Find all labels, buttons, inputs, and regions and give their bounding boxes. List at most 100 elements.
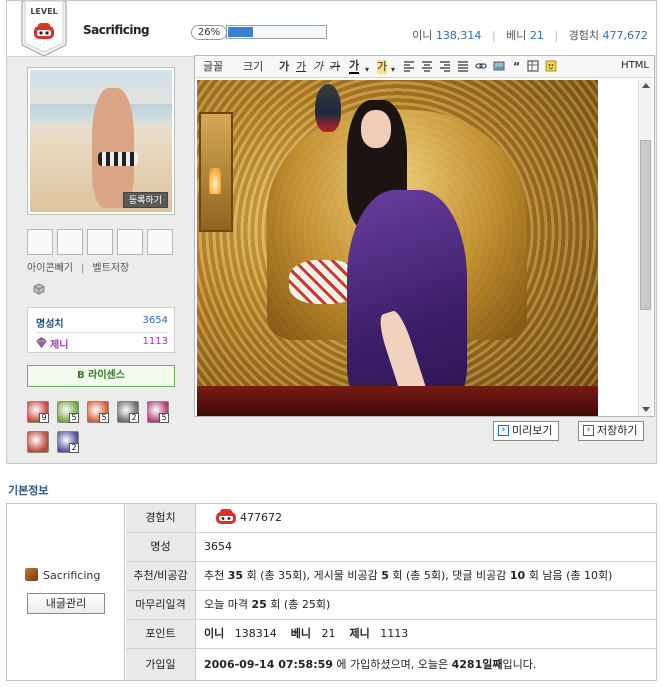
item-slot-4[interactable]: 2 bbox=[117, 401, 139, 423]
cube-icon[interactable] bbox=[33, 283, 45, 295]
recommend-value: 추천 35 회 (총 35회), 게시물 비공감 5 회 (총 5회), 댓글 … bbox=[204, 569, 613, 582]
stat-beni-label: 베니 bbox=[506, 29, 527, 42]
item-count: 2 bbox=[69, 443, 79, 453]
item-slot-7[interactable]: 2 bbox=[57, 431, 79, 453]
align-left-icon[interactable] bbox=[403, 60, 415, 72]
save-button[interactable]: › 저장하기 bbox=[578, 421, 645, 441]
row-header: 가입일 bbox=[126, 649, 196, 680]
bold-icon[interactable]: 가 bbox=[279, 60, 289, 74]
size-select[interactable]: 크기 bbox=[243, 60, 263, 74]
item-slot-3[interactable]: 5 bbox=[87, 401, 109, 423]
item-count: 2 bbox=[129, 413, 139, 423]
user-name[interactable]: Sacrificing bbox=[25, 568, 100, 582]
exp-progress-label: 26% bbox=[191, 25, 227, 40]
avatar-image: 등록하기 bbox=[30, 70, 172, 212]
stat-exp-value: 477,672 bbox=[602, 29, 649, 42]
joined-value: 2006-09-14 07:58:59 에 가입하셨으며, 오늘은 4281일째… bbox=[204, 658, 537, 671]
info-row-points: 포인트 이니 138314 베니 21 제니 1113 bbox=[126, 620, 656, 649]
stat-beni-value: 21 bbox=[529, 29, 544, 42]
level-label: LEVEL bbox=[30, 7, 58, 16]
item-count: 5 bbox=[69, 413, 79, 423]
scroll-up-icon[interactable] bbox=[642, 83, 650, 88]
chevron-right-icon: › bbox=[498, 425, 509, 436]
table-icon[interactable] bbox=[527, 60, 539, 72]
stat-divider: | bbox=[491, 29, 496, 42]
icon-slot[interactable] bbox=[57, 229, 83, 255]
item-count: 5 bbox=[159, 413, 169, 423]
stat-ini-label: 이니 bbox=[412, 29, 433, 42]
editor-toolbar: 글꼴 크기 가 가 가 가 가 ▾ 가 ▾ “ HTML bbox=[195, 56, 654, 78]
user-name-text: Sacrificing bbox=[43, 569, 101, 582]
profile-header: LEVEL Sacrificing 26% 이니 138,314 | 베니 21… bbox=[7, 1, 656, 57]
scroll-thumb[interactable] bbox=[640, 140, 651, 310]
underline-icon[interactable]: 가 bbox=[296, 60, 306, 74]
item-count: 9 bbox=[39, 413, 49, 423]
icon-slot[interactable] bbox=[147, 229, 173, 255]
register-avatar-button[interactable]: 등록하기 bbox=[122, 192, 168, 208]
license-button[interactable]: B 라이센스 bbox=[27, 365, 175, 387]
link-icon[interactable] bbox=[475, 60, 487, 72]
save-belt-link[interactable]: 벨트저장 bbox=[92, 263, 129, 274]
preview-button[interactable]: › 미리보기 bbox=[493, 421, 560, 441]
icon-slot[interactable] bbox=[87, 229, 113, 255]
link-divider: | bbox=[81, 263, 85, 274]
user-avatar-icon bbox=[25, 568, 38, 581]
item-count: 5 bbox=[99, 413, 109, 423]
row-value: 477672 bbox=[214, 504, 282, 532]
user-cell: Sacrificing 내글관리 bbox=[7, 504, 125, 680]
fame-value: 3654 bbox=[204, 540, 232, 553]
icon-slots bbox=[27, 229, 175, 255]
info-row-fame: 명성 3654 bbox=[126, 533, 656, 562]
stat-ini-value: 138,314 bbox=[435, 29, 482, 42]
closing-value: 오늘 마격 25 회 (총 25회) bbox=[204, 598, 331, 611]
profile-panel: LEVEL Sacrificing 26% 이니 138,314 | 베니 21… bbox=[6, 0, 657, 464]
zeni-gem-icon bbox=[36, 337, 47, 348]
scroll-down-icon[interactable] bbox=[642, 407, 650, 412]
fame-label: 명성치 bbox=[36, 319, 64, 330]
highlight-color-icon[interactable]: 가 bbox=[377, 60, 388, 74]
top-stats: 이니 138,314 | 베니 21 | 경험치 477,672 bbox=[412, 27, 648, 43]
preview-label: 미리보기 bbox=[512, 424, 553, 437]
icon-slot[interactable] bbox=[27, 229, 53, 255]
exp-value: 477672 bbox=[240, 511, 282, 524]
slot-links: 아이콘빼기 | 벨트저장 bbox=[27, 259, 177, 274]
stat-divider: | bbox=[554, 29, 559, 42]
save-label: 저장하기 bbox=[597, 424, 638, 437]
align-center-icon[interactable] bbox=[421, 60, 433, 72]
chevron-right-icon: › bbox=[583, 425, 594, 436]
row-header: 마무리일격 bbox=[126, 591, 196, 619]
item-slot-2[interactable]: 5 bbox=[57, 401, 79, 423]
italic-icon[interactable]: 가 bbox=[313, 60, 323, 74]
strikethrough-icon[interactable]: 가 bbox=[330, 60, 340, 74]
remove-icon-link[interactable]: 아이콘빼기 bbox=[27, 263, 73, 274]
info-row-closing: 마무리일격 오늘 마격 25 회 (총 25회) bbox=[126, 591, 656, 620]
section-title: 기본정보 bbox=[8, 484, 49, 497]
stat-exp-label: 경험치 bbox=[568, 29, 599, 42]
align-justify-icon[interactable] bbox=[457, 60, 469, 72]
align-right-icon[interactable] bbox=[439, 60, 451, 72]
chevron-down-icon[interactable]: ▾ bbox=[365, 63, 369, 77]
row-header: 추천/비공감 bbox=[126, 562, 196, 590]
nickname[interactable]: Sacrificing bbox=[83, 23, 150, 37]
html-mode-button[interactable]: HTML bbox=[621, 60, 649, 71]
my-posts-button[interactable]: 내글관리 bbox=[27, 593, 105, 614]
item-slot-1[interactable]: 9 bbox=[27, 401, 49, 423]
info-row-exp: 경험치 477672 bbox=[126, 504, 656, 533]
quote-icon[interactable]: “ bbox=[513, 60, 520, 74]
info-row-joined: 가입일 2006-09-14 07:58:59 에 가입하셨으며, 오늘은 42… bbox=[126, 649, 656, 680]
image-icon[interactable] bbox=[493, 60, 505, 72]
icon-slot[interactable] bbox=[117, 229, 143, 255]
zeni-row: 제니 1113 bbox=[36, 332, 168, 351]
font-color-icon[interactable]: 가 bbox=[349, 60, 360, 74]
signature-image bbox=[197, 80, 598, 416]
item-slot-6[interactable] bbox=[27, 431, 49, 453]
basic-info-table: Sacrificing 내글관리 경험치 477672 명성 3654 추천/비… bbox=[6, 503, 657, 681]
fame-row: 명성치 3654 bbox=[36, 315, 168, 330]
info-row-recommend: 추천/비공감 추천 35 회 (총 35회), 게시물 비공감 5 회 (총 5… bbox=[126, 562, 656, 591]
editor-scrollbar[interactable] bbox=[638, 80, 652, 416]
item-slot-5[interactable]: 5 bbox=[147, 401, 169, 423]
emoticon-icon[interactable] bbox=[545, 60, 557, 72]
level-character-icon bbox=[216, 509, 236, 524]
font-select[interactable]: 글꼴 bbox=[203, 60, 223, 74]
chevron-down-icon[interactable]: ▾ bbox=[391, 63, 395, 77]
